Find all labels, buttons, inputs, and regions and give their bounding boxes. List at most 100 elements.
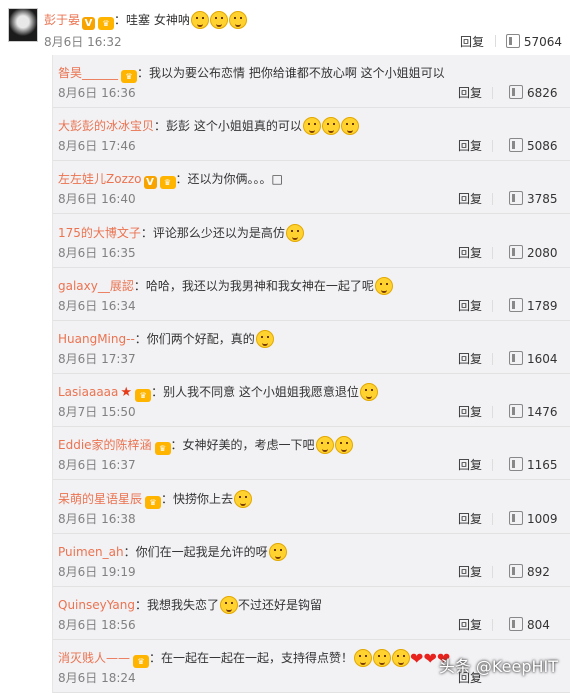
reply-button[interactable]: 回复 (458, 512, 482, 526)
like-button[interactable]: 3785 (509, 191, 558, 206)
thumbs-up-icon (509, 404, 524, 418)
like-count: 57064 (523, 35, 562, 49)
avatar[interactable] (8, 8, 38, 42)
reply-button[interactable]: 回复 (458, 139, 482, 153)
emoji-icon (234, 490, 253, 508)
like-button[interactable]: 1009 (509, 511, 558, 526)
emoji-icon (340, 117, 359, 135)
heart-icon: ❤ (410, 649, 424, 668)
reply-username[interactable]: 大彭彭的冰冰宝贝 (58, 119, 154, 133)
reply-actions: 回复 2080 (458, 244, 558, 261)
reply-date: 8月6日 16:38 (58, 512, 136, 526)
reply-button[interactable]: 回复 (458, 192, 482, 206)
like-count: 1165 (527, 458, 558, 472)
reply-button[interactable]: 回复 (458, 405, 482, 419)
like-button[interactable]: 804 (509, 617, 550, 632)
like-button[interactable]: 2080 (509, 245, 558, 260)
reply-line: galaxy__展認：哈哈，我还以为我男神和我女神在一起了呢 (58, 276, 393, 296)
reply-line: Puimen_ah：你们在一起我是允许的呀 (58, 542, 287, 562)
emoji-icon (354, 649, 373, 667)
like-button[interactable]: 57064 (505, 34, 562, 49)
verified-icon: V (82, 17, 96, 30)
reply-date: 8月6日 16:34 (58, 299, 136, 313)
reply-line: 消灭贱人—— ♛ ：在一起在一起在一起，支持得点赞！ ❤❤❤ (58, 648, 450, 669)
reply-username[interactable]: Puimen_ah (58, 545, 124, 559)
like-button[interactable]: 1604 (509, 351, 558, 366)
reply-line: 左左娃儿Zozzo V ♛ ：还以为你俩。。。□ (58, 169, 283, 189)
reply-button[interactable]: 回复 (458, 352, 482, 366)
vip-icon: ♛ (135, 389, 152, 402)
emoji-icon (373, 649, 392, 667)
reply-line: Lasiaaaaa ★ ♛ ：别人我不同意 这个小姐姐我愿意退位 (58, 382, 378, 403)
emoji-icon (321, 117, 340, 135)
reply-item: 呆萌的星语星辰 ♛ ：快捞你上去 8月6日 16:38 回复 1009 (53, 481, 570, 534)
reply-item: HuangMing--：你们两个好配，真的 8月6日 17:37 回复 1604 (53, 321, 570, 374)
divider (492, 566, 494, 578)
thumbs-up-icon (509, 511, 524, 525)
main-actions: 回复 57064 (460, 33, 562, 50)
vip-icon: ♛ (145, 496, 162, 509)
reply-username[interactable]: Eddie家的陈梓涵 (58, 438, 152, 452)
reply-text: ：别人我不同意 这个小姐姐我愿意退位 (151, 385, 359, 399)
reply-date: 8月6日 17:46 (58, 139, 136, 153)
reply-username[interactable]: QuinseyYang (58, 598, 135, 612)
thumbs-up-icon (509, 191, 524, 205)
reply-username[interactable]: Lasiaaaaa (58, 385, 118, 399)
reply-line: HuangMing--：你们两个好配，真的 (58, 329, 274, 349)
emoji-icon (392, 649, 411, 667)
reply-date: 8月6日 18:56 (58, 618, 136, 632)
reply-line: 大彭彭的冰冰宝贝：彭彭 这个小姐姐真的可以 (58, 116, 359, 136)
reply-username[interactable]: 呆萌的星语星辰 (58, 492, 142, 506)
reply-text: ：还以为你俩。。。□ (175, 172, 283, 186)
divider (492, 353, 494, 365)
reply-button[interactable]: 回复 (458, 565, 482, 579)
reply-line: 175的大博文子：评论那么少还以为是高仿 (58, 223, 304, 243)
reply-username[interactable]: HuangMing-- (58, 332, 135, 346)
like-button[interactable]: 1165 (509, 457, 558, 472)
emoji-icon (220, 596, 238, 614)
reply-username[interactable]: 左左娃儿Zozzo (58, 172, 142, 186)
reply-line: 呆萌的星语星辰 ♛ ：快捞你上去 (58, 489, 253, 509)
thumbs-up-icon (509, 457, 524, 471)
reply-text: ：女神好美的，考虑一下吧 (170, 438, 315, 452)
reply-actions: 回复 1009 (458, 510, 558, 527)
watermark: 头条 @KeepHIT (438, 657, 558, 676)
like-count: 1789 (527, 299, 558, 313)
thumbs-up-icon (509, 245, 524, 259)
emoji-icon (228, 11, 247, 29)
emoji-icon (315, 436, 334, 454)
like-button[interactable]: 892 (509, 564, 550, 579)
reply-username[interactable]: galaxy__展認 (58, 279, 134, 293)
reply-username[interactable]: 昝昊______ (58, 66, 118, 80)
reply-button[interactable]: 回复 (458, 246, 482, 260)
reply-date: 8月6日 16:37 (58, 458, 136, 472)
divider (492, 513, 494, 525)
main-username[interactable]: 彭于晏 (44, 13, 80, 27)
like-count: 2080 (527, 246, 558, 260)
like-button[interactable]: 1476 (509, 404, 558, 419)
reply-text: ：我想我失恋了 (134, 598, 219, 612)
reply-button[interactable]: 回复 (458, 299, 482, 313)
main-comment: 彭于晏 V ♛ ：哇塞 女神呐 8月6日 16:32 回复 57064 (0, 0, 570, 54)
reply-button[interactable]: 回复 (458, 458, 482, 472)
like-button[interactable]: 1789 (509, 298, 558, 313)
reply-date: 8月6日 18:24 (58, 671, 136, 685)
reply-username[interactable]: 消灭贱人—— (58, 651, 130, 665)
like-button[interactable]: 5086 (509, 138, 558, 153)
main-date: 8月6日 16:32 (44, 35, 122, 49)
reply-button[interactable]: 回复 (458, 86, 482, 100)
thumbs-up-icon (509, 564, 524, 578)
reply-date: 8月6日 19:19 (58, 565, 136, 579)
reply-username[interactable]: 175的大博文子 (58, 226, 141, 240)
reply-text: ：在一起在一起在一起，支持得点赞！ (149, 651, 354, 665)
like-button[interactable]: 6826 (509, 85, 558, 100)
reply-text: ：我以为要公布恋情 把你给谁都不放心啊 这个小姐姐可以 (137, 66, 445, 80)
reply-actions: 回复 804 (458, 616, 550, 633)
reply-button[interactable]: 回复 (458, 618, 482, 632)
reply-item: 大彭彭的冰冰宝贝：彭彭 这个小姐姐真的可以 8月6日 17:46 回复 5086 (53, 108, 570, 161)
reply-item: 175的大博文子：评论那么少还以为是高仿 8月6日 16:35 回复 2080 (53, 215, 570, 268)
reply-button[interactable]: 回复 (460, 35, 484, 49)
reply-date: 8月6日 17:37 (58, 352, 136, 366)
like-count: 892 (527, 565, 550, 579)
reply-text: ：彭彭 这个小姐姐真的可以 (154, 119, 302, 133)
